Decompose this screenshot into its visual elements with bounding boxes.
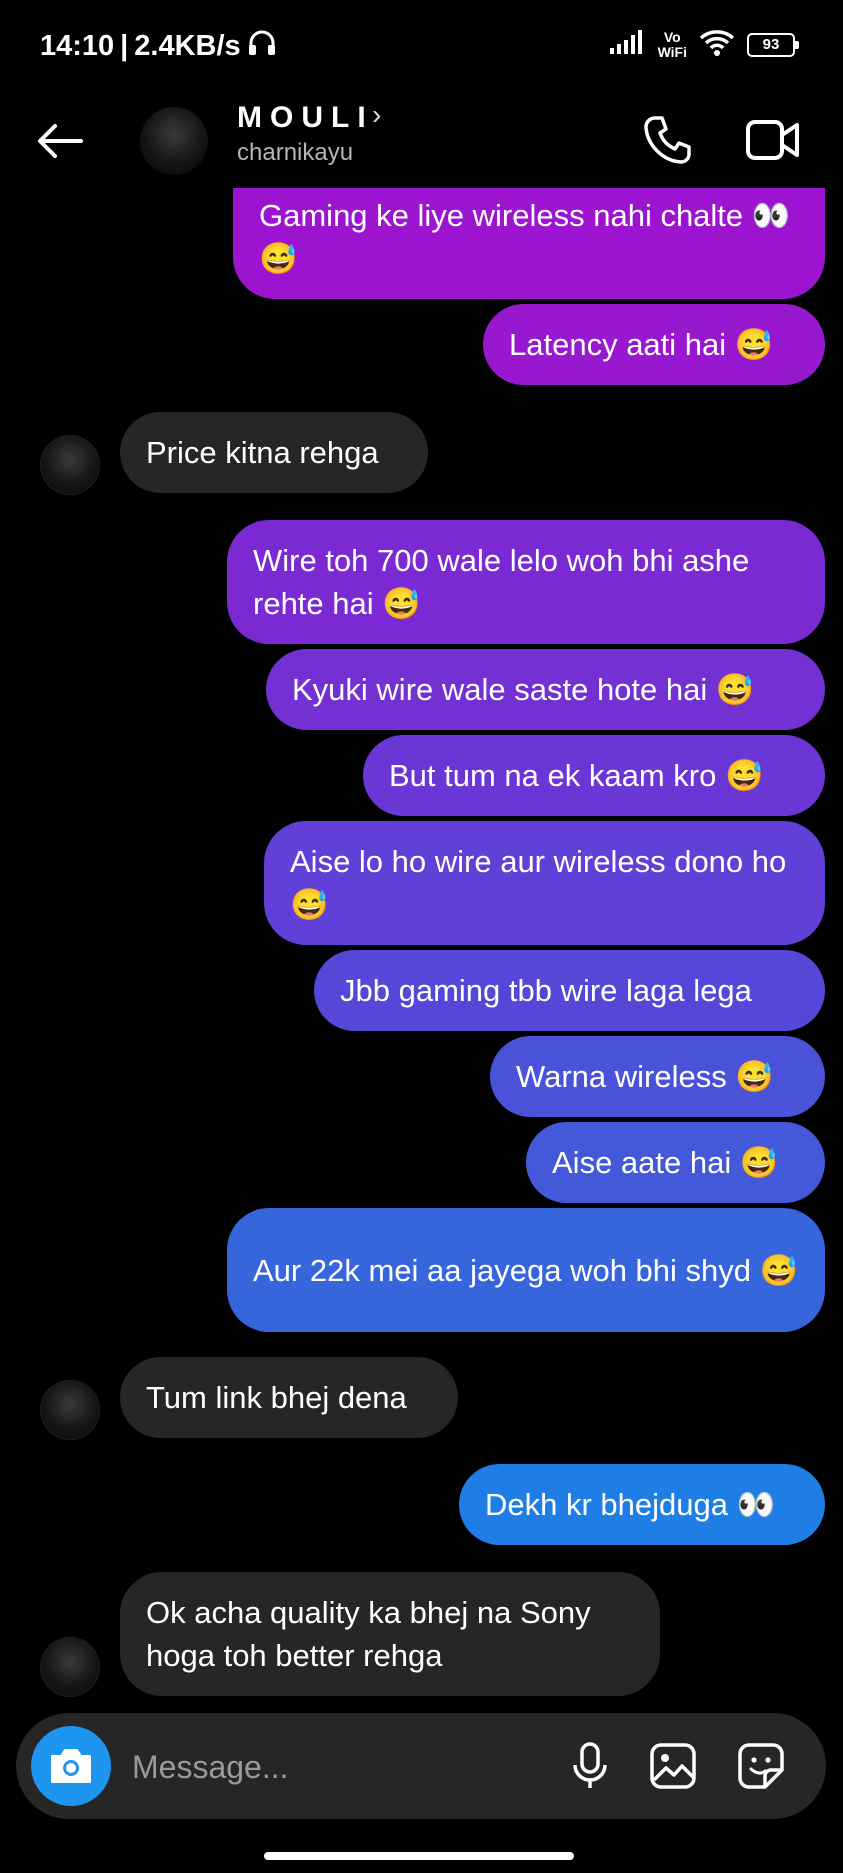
back-arrow-icon [38,124,83,158]
vowifi-indicator: Vo WiFi [657,28,687,60]
sent-message-bubble[interactable]: Gaming ke liye wireless nahi chalte 👀😅 [233,188,825,299]
status-right: Vo WiFi 93 [609,28,799,61]
sent-message-bubble[interactable]: Latency aati hai 😅 [483,304,825,385]
status-separator: | [120,29,129,62]
status-bar: 14:10 | 2.4KB/s Vo WiFi 93 [0,0,843,95]
sender-avatar[interactable] [40,435,100,495]
contact-username[interactable]: charnikayu [237,139,353,167]
volte-line1: Vo [663,28,681,45]
message-composer [16,1713,826,1819]
voice-message-button[interactable] [561,1737,619,1795]
signal-icon [609,30,646,59]
sent-message-bubble[interactable]: Aur 22k mei aa jayega woh bhi shyd 😅 [227,1208,825,1332]
received-message-bubble[interactable]: Ok acha quality ka bhej na Sony hoga toh… [120,1572,660,1696]
sent-message-bubble[interactable]: Jbb gaming tbb wire laga lega [314,950,825,1031]
status-left: 14:10 | 2.4KB/s [40,28,277,64]
home-indicator[interactable] [264,1852,574,1860]
microphone-icon [573,1742,607,1788]
status-network-speed: 2.4KB/s [134,29,241,62]
audio-call-button[interactable] [636,109,698,171]
sender-avatar[interactable] [40,1380,100,1440]
battery-level: 93 [762,36,780,53]
video-camera-icon [746,120,799,160]
sent-message-bubble[interactable]: But tum na ek kaam kro 😅 [363,735,825,816]
headphones-icon [247,28,277,64]
gallery-button[interactable] [644,1737,702,1795]
sticker-icon [738,1743,784,1789]
camera-icon [51,1749,91,1783]
image-icon [650,1743,696,1789]
camera-button[interactable] [31,1726,111,1806]
contact-avatar[interactable] [140,107,208,175]
message-input[interactable] [130,1741,464,1793]
back-button[interactable] [30,111,90,171]
volte-line2: WiFi [657,43,687,60]
sent-message-bubble[interactable]: Wire toh 700 wale lelo woh bhi ashe reht… [227,520,825,644]
video-call-button[interactable] [742,109,804,171]
received-message-bubble[interactable]: Tum link bhej dena [120,1357,458,1438]
sent-message-bubble[interactable]: Warna wireless 😅 [490,1036,825,1117]
contact-name[interactable]: MOULI [237,101,374,135]
sent-message-bubble[interactable]: Dekh kr bhejduga 👀 [459,1464,825,1545]
wifi-icon [699,28,735,61]
sent-message-bubble[interactable]: Kyuki wire wale saste hote hai 😅 [266,649,825,730]
received-message-bubble[interactable]: Price kitna rehga [120,412,428,493]
sent-message-bubble[interactable]: Aise aate hai 😅 [526,1122,825,1203]
chat-header: MOULI › charnikayu [0,95,843,195]
sender-avatar[interactable] [40,1637,100,1697]
chevron-right-icon[interactable]: › [372,99,381,131]
sticker-button[interactable] [732,1737,790,1795]
phone-icon [644,116,691,164]
sent-message-bubble[interactable]: Aise lo ho wire aur wireless dono ho 😅 [264,821,825,945]
status-time: 14:10 [40,29,115,62]
battery-indicator: 93 [747,32,799,57]
